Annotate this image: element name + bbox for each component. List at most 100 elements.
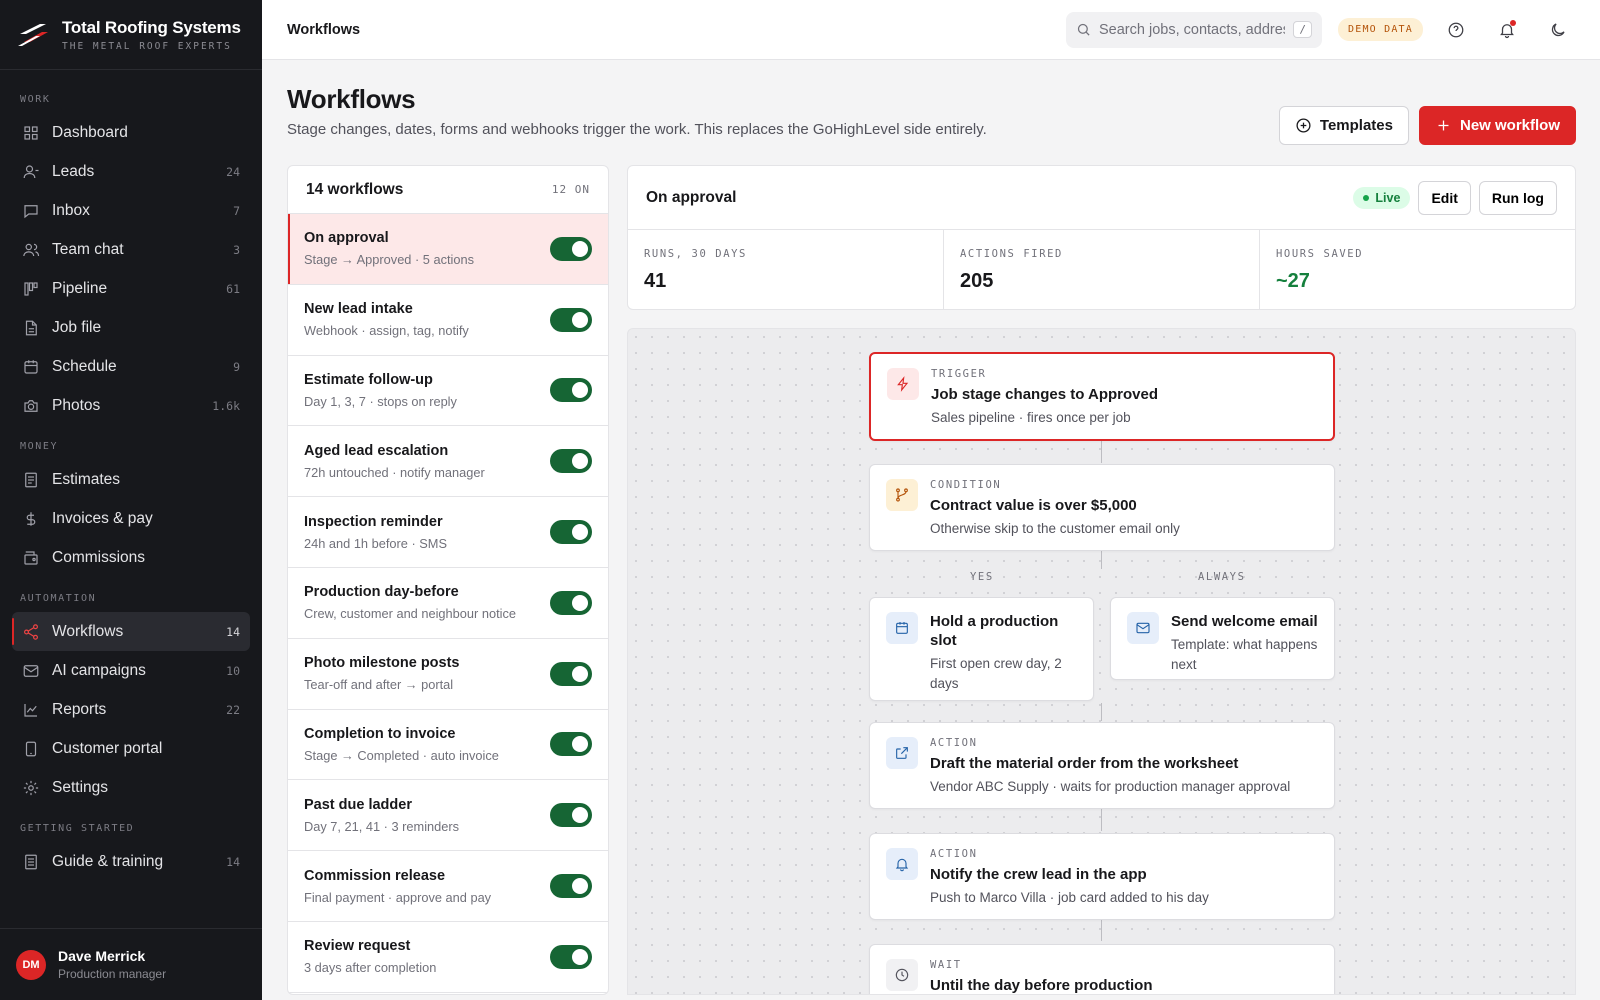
demo-data-badge: DEMO DATA <box>1338 18 1423 41</box>
user-profile[interactable]: DM Dave Merrick Production manager <box>0 928 262 1000</box>
workflow-list-item[interactable]: Past due ladder Day 7, 21, 41 · 3 reminde… <box>288 780 608 852</box>
workflow-toggle[interactable] <box>550 732 592 757</box>
condition-node[interactable]: CONDITION Contract value is over $5,000 … <box>869 464 1335 551</box>
sidebar-item-workflows[interactable]: Workflows 14 <box>12 612 250 651</box>
sidebar-item-schedule[interactable]: Schedule 9 <box>12 347 250 386</box>
workflow-toggle[interactable] <box>550 378 592 403</box>
workflow-toggle[interactable] <box>550 590 592 615</box>
sidebar-item-estimates[interactable]: Estimates <box>12 460 250 499</box>
workflow-list-item[interactable]: On approval Stage → Approved · 5 actions <box>288 214 608 285</box>
workflow-canvas[interactable]: YES ALWAYS TRIGGER Job stage changes to … <box>627 328 1576 995</box>
kanban-icon <box>22 280 40 298</box>
workflow-name: Inspection reminder <box>304 513 443 530</box>
sidebar-item-label: Leads <box>52 162 95 180</box>
sidebar-item-job-file[interactable]: Job file <box>12 308 250 347</box>
sidebar-item-label: Reports <box>52 700 107 718</box>
sidebar-item-inbox[interactable]: Inbox 7 <box>12 191 250 230</box>
search-input[interactable] <box>1099 21 1286 38</box>
user-icon <box>22 163 40 181</box>
wait-node[interactable]: WAIT Until the day before production <box>869 944 1335 994</box>
workflow-list-item[interactable]: Photo milestone posts Tear-off and after … <box>288 639 608 710</box>
sidebar-item-commissions[interactable]: Commissions <box>12 538 250 577</box>
sidebar-item-dashboard[interactable]: Dashboard <box>12 113 250 152</box>
workflow-name: Review request <box>304 938 411 955</box>
sidebar-item-team-chat[interactable]: Team chat 3 <box>12 230 250 269</box>
sidebar-item-guide-training[interactable]: Guide & training 14 <box>12 842 250 881</box>
calendar-icon <box>896 622 908 634</box>
trigger-node[interactable]: TRIGGER Job stage changes to Approved Sa… <box>869 352 1335 441</box>
sidebar-item-label: Workflows <box>52 622 124 640</box>
welcome-email-node[interactable]: Send welcome email Template: what happen… <box>1110 597 1335 680</box>
page-subtitle: Stage changes, dates, forms and webhooks… <box>287 121 987 138</box>
help-icon <box>1448 22 1464 37</box>
run-log-button[interactable]: Run log <box>1478 180 1557 215</box>
workflow-desc: 24h and 1h before · SMS <box>304 535 447 551</box>
sidebar-item-count: 1.6k <box>212 398 240 413</box>
sidebar-item-customer-portal[interactable]: Customer portal <box>12 729 250 768</box>
workflow-list-item[interactable]: Commission release Final payment · approv… <box>288 851 608 922</box>
node-kind: CONDITION <box>930 479 1002 491</box>
workflow-desc: 3 days after completion <box>304 960 437 976</box>
workflow-desc: Final payment · approve and pay <box>304 889 492 905</box>
notifications-button[interactable] <box>1489 12 1525 48</box>
phone-icon <box>22 740 40 758</box>
search-box[interactable]: / <box>1066 11 1322 48</box>
sidebar-item-leads[interactable]: Leads 24 <box>12 152 250 191</box>
workflow-toggle[interactable] <box>550 520 592 545</box>
sidebar-item-settings[interactable]: Settings <box>12 768 250 807</box>
material-order-node[interactable]: ACTION Draft the material order from the… <box>869 722 1335 809</box>
edit-button[interactable]: Edit <box>1418 180 1471 215</box>
workflow-desc: Crew, customer and neighbour notice <box>304 606 516 622</box>
workflow-desc: Webhook · assign, tag, notify <box>304 323 469 339</box>
sidebar-item-invoices-pay[interactable]: Invoices & pay <box>12 499 250 538</box>
new-workflow-button[interactable]: New workflow <box>1418 106 1576 145</box>
node-icon <box>886 959 918 991</box>
workflow-list-item[interactable]: New lead intake Webhook · assign, tag, no… <box>288 285 608 356</box>
sidebar-item-pipeline[interactable]: Pipeline 61 <box>12 269 250 308</box>
notify-crew-node[interactable]: ACTION Notify the crew lead in the app P… <box>869 833 1335 920</box>
brand[interactable]: Total Roofing Systems THE METAL ROOF EXP… <box>0 0 262 70</box>
workflow-toggle[interactable] <box>550 944 592 969</box>
stat-label: ACTIONS FIRED <box>960 248 1063 260</box>
workflow-name: On approval <box>304 230 389 247</box>
node-kind: TRIGGER <box>931 368 987 380</box>
brand-logo-icon <box>18 23 48 46</box>
sidebar-nav: WORK Dashboard Leads 24 Inbox 7 Team chat 3 Pipe… <box>0 70 262 928</box>
mail-icon <box>22 662 40 680</box>
workflow-list-item[interactable]: Production day-before Crew, customer and … <box>288 568 608 639</box>
workflow-count: 14 workflows <box>306 180 404 198</box>
templates-button[interactable]: Templates <box>1278 106 1409 145</box>
sidebar-item-ai-campaigns[interactable]: AI campaigns 10 <box>12 651 250 690</box>
workflow-list-item[interactable]: Inspection reminder 24h and 1h before · S… <box>288 497 608 568</box>
plus-icon <box>1438 120 1449 131</box>
theme-toggle-button[interactable] <box>1540 12 1576 48</box>
workflow-list-item[interactable]: Review request 3 days after completion <box>288 922 608 993</box>
main-area: Workflows / DEMO DATA Workflows <box>262 0 1600 1000</box>
workflow-list-item[interactable]: Completion to invoice Stage → Completed ·… <box>288 710 608 781</box>
connector <box>1101 441 1102 463</box>
workflow-list-item[interactable]: Aged lead escalation 72h untouched · noti… <box>288 426 608 498</box>
workflow-name: Production day-before <box>304 584 459 601</box>
stat-label: HOURS SAVED <box>1276 248 1364 260</box>
workflow-toggle[interactable] <box>550 874 592 899</box>
workflow-toggle[interactable] <box>550 236 592 261</box>
workflow-toggle[interactable] <box>550 449 592 474</box>
hold-slot-node[interactable]: Hold a production slot First open crew d… <box>869 597 1094 701</box>
help-button[interactable] <box>1438 12 1474 48</box>
stats-row: RUNS, 30 DAYS 41 ACTIONS FIRED 205 HOURS… <box>628 230 1575 309</box>
sidebar-item-label: Customer portal <box>52 739 163 757</box>
node-title: Until the day before production <box>930 977 1153 994</box>
workflow-name: Past due ladder <box>304 796 412 813</box>
node-icon <box>886 848 918 880</box>
stat-value: 205 <box>960 270 994 292</box>
sidebar-item-reports[interactable]: Reports 22 <box>12 690 250 729</box>
node-title: Job stage changes to Approved <box>931 386 1158 403</box>
workflow-list-item[interactable]: Estimate follow-up Day 1, 3, 7 · stops on… <box>288 356 608 427</box>
brand-tagline: THE METAL ROOF EXPERTS <box>62 40 232 52</box>
workflow-toggle[interactable] <box>550 307 592 332</box>
workflow-toggle[interactable] <box>550 661 592 686</box>
workflow-toggle[interactable] <box>550 803 592 828</box>
avatar: DM <box>16 949 46 980</box>
workflow-desc: Stage → Completed · auto invoice <box>304 747 499 763</box>
sidebar-item-photos[interactable]: Photos 1.6k <box>12 386 250 425</box>
